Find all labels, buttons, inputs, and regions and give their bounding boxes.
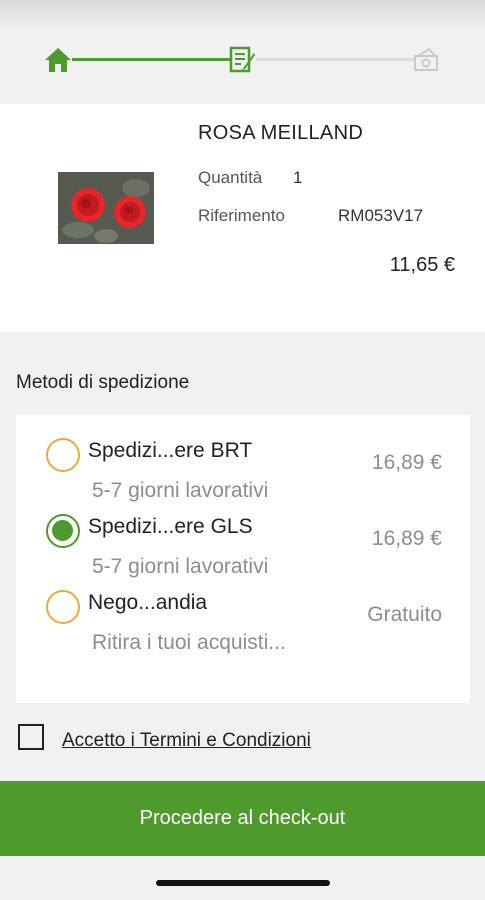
form-edit-icon [226, 44, 258, 76]
shipping-option-name: Spedizi...ere BRT [88, 439, 253, 462]
home-icon[interactable] [42, 44, 74, 76]
quantity-value: 1 [293, 168, 303, 187]
checkout-stepper [0, 40, 485, 80]
checkout-screen: ROSA MEILLAND Quantità 1 Riferimento RM0… [0, 0, 485, 900]
shipping-section-title: Metodi di spedizione [16, 372, 190, 393]
reference-label: Riferimento [198, 206, 285, 225]
shipping-option-gls[interactable]: Spedizi...ere GLS 5-7 giorni lavorativi … [16, 511, 470, 587]
product-name: ROSA MEILLAND [198, 122, 364, 144]
cart-product-card: ROSA MEILLAND Quantità 1 Riferimento RM0… [0, 104, 485, 332]
shipping-option-price: Gratuito [367, 603, 442, 626]
shipping-option-subtitle: 5-7 giorni lavorativi [92, 555, 269, 578]
payment-icon [410, 44, 442, 76]
shipping-options-list: Spedizi...ere BRT 5-7 giorni lavorativi … [16, 415, 470, 703]
checkout-button[interactable]: Procedere al check-out [0, 781, 485, 856]
terms-checkbox[interactable] [18, 724, 44, 750]
product-price: 11,65 € [389, 254, 455, 276]
stepper-line-completed [72, 58, 232, 61]
shipping-option-brt[interactable]: Spedizi...ere BRT 5-7 giorni lavorativi … [16, 435, 470, 511]
shipping-option-name: Nego...andia [88, 591, 208, 614]
stepper-line-pending [256, 58, 416, 61]
shipping-option-subtitle: Ritira i tuoi acquisti... [92, 631, 286, 654]
home-indicator[interactable] [156, 880, 330, 886]
quantity-label: Quantità [198, 168, 263, 187]
shipping-option-price: 16,89 € [371, 451, 442, 474]
terms-link[interactable]: Accetto i Termini e Condizioni [62, 730, 311, 752]
shipping-option-subtitle: 5-7 giorni lavorativi [92, 479, 269, 502]
top-shadow [0, 0, 485, 30]
reference-value: RM053V17 [338, 206, 424, 225]
shipping-option-price: 16,89 € [371, 527, 442, 550]
radio-button-selected[interactable] [46, 514, 80, 548]
shipping-option-pickup[interactable]: Nego...andia Ritira i tuoi acquisti... G… [16, 587, 470, 663]
shipping-option-name: Spedizi...ere GLS [88, 515, 253, 538]
product-image[interactable] [58, 172, 154, 244]
radio-button[interactable] [46, 590, 80, 624]
radio-button[interactable] [46, 438, 80, 472]
